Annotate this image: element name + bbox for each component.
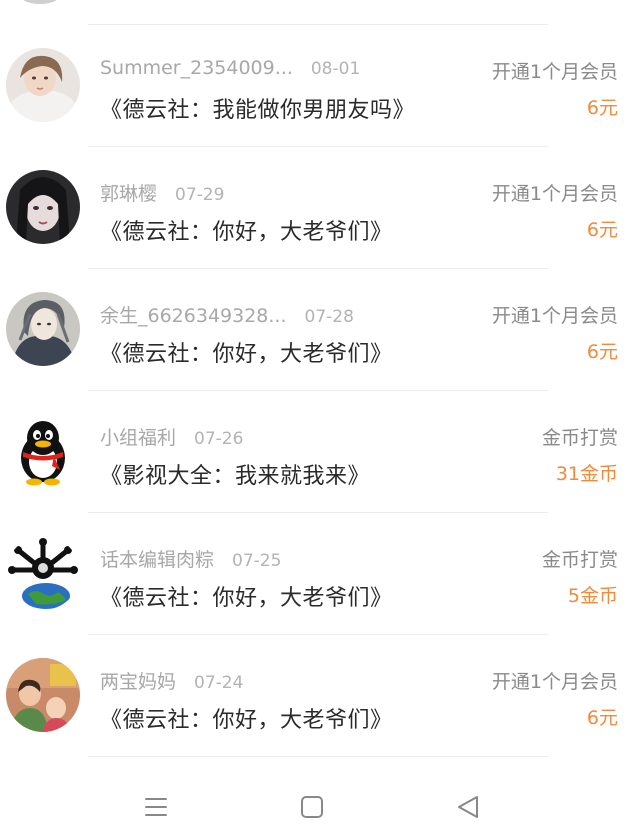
record-date: 08-01 bbox=[310, 59, 361, 79]
record-type: 金币打赏 bbox=[541, 427, 618, 449]
record-amount: 31金币 bbox=[555, 463, 618, 485]
record-amount: 6元 bbox=[586, 707, 618, 729]
record-row[interactable]: 小组福利 07-26 《影视大全：我来就我来》 金币打赏 31金币 bbox=[0, 391, 640, 512]
record-type: 开通1个月会员 bbox=[491, 305, 618, 327]
record-row[interactable]: Summer_2354009... 08-01 《德云社：我能做你男朋友吗》 开通… bbox=[0, 25, 640, 146]
menu-icon[interactable] bbox=[139, 790, 173, 824]
record-meta: 余生_6626349328... 07-28 bbox=[100, 301, 354, 328]
work-title[interactable]: 《德云社：你好，大老爷们》 bbox=[100, 702, 393, 734]
user-name[interactable]: 余生_6626349328... bbox=[100, 305, 287, 327]
record-type: 金币打赏 bbox=[541, 549, 618, 571]
record-type: 开通1个月会员 bbox=[491, 671, 618, 693]
anime-boy-avatar-icon[interactable] bbox=[6, 292, 80, 366]
record-amount: 6元 bbox=[586, 97, 618, 119]
record-amount: 6元 bbox=[586, 219, 618, 241]
system-navigation-bar bbox=[0, 776, 640, 838]
previous-avatar-edge bbox=[20, 0, 60, 4]
record-date: 07-26 bbox=[194, 429, 244, 449]
record-meta: 两宝妈妈 07-24 bbox=[100, 667, 243, 694]
record-meta: 郭琳樱 07-29 bbox=[100, 179, 224, 206]
record-amount: 5金币 bbox=[567, 585, 618, 607]
user-name[interactable]: 小组福利 bbox=[100, 427, 176, 449]
globe-avatar-icon[interactable] bbox=[6, 536, 80, 610]
record-row[interactable]: 两宝妈妈 07-24 《德云社：你好，大老爷们》 开通1个月会员 6元 bbox=[0, 635, 640, 756]
girl-avatar-icon[interactable] bbox=[6, 48, 80, 122]
record-meta: 小组福利 07-26 bbox=[100, 423, 243, 450]
record-type: 开通1个月会员 bbox=[491, 183, 618, 205]
work-title[interactable]: 《德云社：你好，大老爷们》 bbox=[100, 336, 393, 368]
record-row[interactable]: 话本编辑肉粽 07-25 《德云社：你好，大老爷们》 金币打赏 5金币 bbox=[0, 513, 640, 634]
user-name[interactable]: 郭琳樱 bbox=[100, 183, 157, 205]
record-row[interactable]: 郭琳樱 07-29 《德云社：你好，大老爷们》 开通1个月会员 6元 bbox=[0, 147, 640, 268]
record-date: 07-24 bbox=[194, 673, 244, 693]
record-date: 07-29 bbox=[175, 185, 225, 205]
income-records-screen: Summer_2354009... 08-01 《德云社：我能做你男朋友吗》 开通… bbox=[0, 0, 640, 838]
record-date: 07-25 bbox=[232, 551, 282, 571]
work-title[interactable]: 《影视大全：我来就我来》 bbox=[100, 458, 370, 490]
divider bbox=[88, 756, 548, 757]
qq-penguin-avatar-icon[interactable] bbox=[6, 414, 80, 488]
dark-hair-girl-avatar-icon[interactable] bbox=[6, 170, 80, 244]
record-row[interactable]: 余生_6626349328... 07-28 《德云社：你好，大老爷们》 开通1个… bbox=[0, 269, 640, 390]
record-meta: 话本编辑肉粽 07-25 bbox=[100, 545, 281, 572]
work-title[interactable]: 《德云社：你好，大老爷们》 bbox=[100, 580, 393, 612]
work-title[interactable]: 《德云社：我能做你男朋友吗》 bbox=[100, 92, 415, 124]
user-name[interactable]: 话本编辑肉粽 bbox=[100, 549, 214, 571]
user-name[interactable]: Summer_2354009... bbox=[100, 57, 293, 79]
record-meta: Summer_2354009... 08-01 bbox=[100, 57, 360, 79]
record-amount: 6元 bbox=[586, 341, 618, 363]
home-square-icon[interactable] bbox=[295, 790, 329, 824]
record-date: 07-28 bbox=[304, 307, 354, 327]
user-name[interactable]: 两宝妈妈 bbox=[100, 671, 176, 693]
record-type: 开通1个月会员 bbox=[491, 61, 618, 83]
work-title[interactable]: 《德云社：你好，大老爷们》 bbox=[100, 214, 393, 246]
record-list: Summer_2354009... 08-01 《德云社：我能做你男朋友吗》 开通… bbox=[0, 24, 640, 757]
kids-photo-avatar-icon[interactable] bbox=[6, 658, 80, 732]
back-triangle-icon[interactable] bbox=[451, 790, 485, 824]
